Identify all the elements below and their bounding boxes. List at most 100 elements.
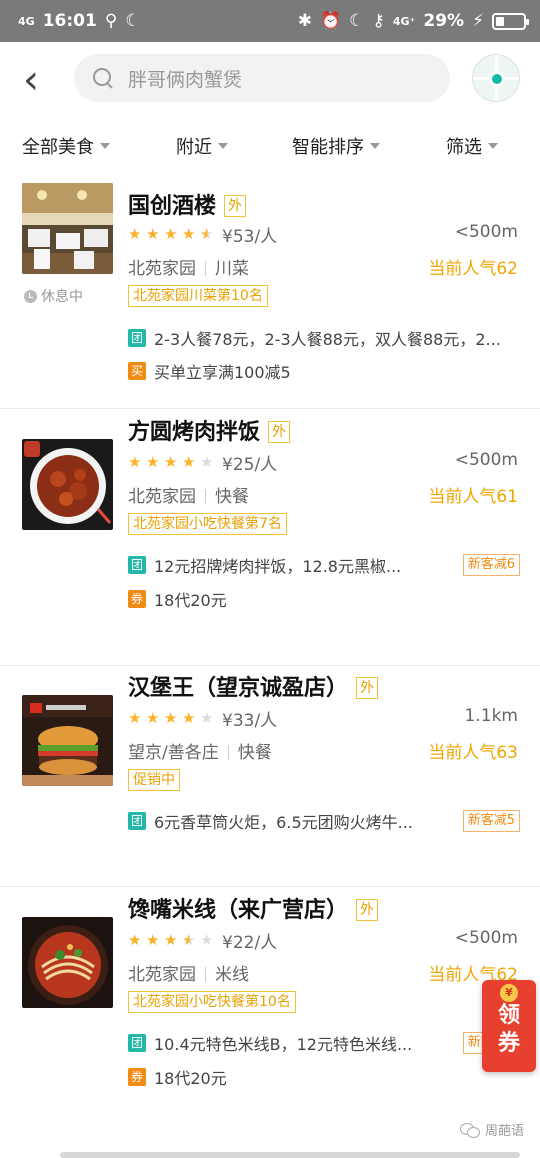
battery-level [496,16,504,26]
status-time: 16:01 [42,11,97,31]
filter-label: 附近 [176,137,212,158]
avg-price: ¥33/人 [222,711,278,731]
charging-icon: ⚡ [472,11,484,31]
delivery-tag: 外 [224,195,247,217]
bluetooth-icon: ✱ [297,11,312,31]
star-icon: ★ [200,931,214,949]
battery-percent: 29% [423,11,465,31]
filter-label: 全部美食 [22,137,94,158]
area: 望京/善各庄 [128,743,219,763]
deal-row[interactable]: 团 12元招牌烤肉拌饭，12.8元黑椒... 新客减6 [128,553,520,577]
restaurant-name: 方圆烤肉拌饭外 [128,414,291,446]
popularity: 当前人气61 [428,487,518,507]
popularity: 当前人气63 [428,743,518,763]
avg-price: ¥25/人 [222,455,278,475]
deal-text: 18代20元 [154,591,227,610]
location-cuisine: 北苑家园 川菜 [128,254,249,279]
filter-sort[interactable]: 智能排序 [292,126,380,166]
usb-icon: ⚲ [104,11,118,31]
deal-text: 18代20元 [154,1069,227,1088]
deal-row[interactable]: 券 18代20元 [128,1065,520,1089]
moon-icon: ☾ [125,11,141,31]
new-customer-badge: 新客减6 [462,554,520,576]
promo-tag: 促销中 [128,769,180,791]
key-icon: ⚷ [372,11,385,31]
restaurant-card[interactable]: 方圆烤肉拌饭外 ★ ★ ★ ★ ★ ¥25/人 <500m 北苑家园 快餐 当前人气61 … [0,410,540,666]
cuisine: 川菜 [215,259,249,279]
star-icon: ★ [128,225,142,243]
restaurant-card[interactable]: 汉堡王（望京诚盈店）外 ★ ★ ★ ★ ★ ¥33/人 1.1km 望京/善各庄 快餐 当… [0,666,540,886]
filter-all-food[interactable]: 全部美食 [22,126,110,166]
caret-down-icon [218,143,228,149]
caret-down-icon [370,143,380,149]
caret-down-icon [100,143,110,149]
restaurant-card[interactable]: 国创酒楼外 ★ ★ ★ ★ ★ ¥53/人 <500m 北苑家园 川菜 当前人气62 北苑… [0,172,540,410]
divider [0,408,540,409]
get-coupon-button[interactable]: ¥ 领 券 [482,980,536,1072]
deal-row[interactable]: 买 买单立享满100减5 [128,359,520,383]
coin-icon: ¥ [500,984,518,1002]
distance: <500m [454,222,518,242]
restaurant-name-text: 国创酒楼 [128,194,217,219]
voucher-icon: 券 [128,590,146,608]
location-cuisine: 北苑家园 快餐 [128,482,249,507]
star-icon: ★ [146,225,160,243]
star-icon: ★ [146,709,160,727]
cuisine: 米线 [215,965,249,985]
location-cuisine: 北苑家园 米线 [128,960,249,985]
restaurant-photo [22,695,113,786]
deal-row[interactable]: 团 2-3人餐78元，2-3人餐88元，双人餐88元，2... [128,326,520,350]
restaurant-name-text: 方圆烤肉拌饭 [128,420,261,445]
filter-nearby[interactable]: 附近 [176,126,228,166]
restaurant-photo [22,183,113,274]
filter-label: 筛选 [446,137,482,158]
group-buy-icon: 团 [128,556,146,574]
filter-screen[interactable]: 筛选 [446,126,498,166]
caret-down-icon [488,143,498,149]
deal-row[interactable]: 团 10.4元特色米线B，12元特色米线... 新客减6 [128,1031,520,1055]
star-icon: ★ [164,709,178,727]
signal-indicator: 4G [18,14,35,28]
search-icon [92,67,114,89]
star-icon: ★ [200,453,214,471]
group-buy-icon: 团 [128,1034,146,1052]
deal-text: 6元香草筒火炬，6.5元团购火烤牛... [154,813,413,832]
filter-bar: 全部美食 附近 智能排序 筛选 [0,126,540,166]
distance: <500m [454,450,518,470]
restaurant-photo [22,917,113,1008]
star-icon: ★ [128,453,142,471]
clock-icon [24,289,37,303]
rank-tag: 北苑家园川菜第10名 [128,285,268,307]
deal-text: 12元招牌烤肉拌饭，12.8元黑椒... [154,557,402,576]
restaurant-name: 国创酒楼外 [128,188,247,220]
deal-row[interactable]: 团 6元香草筒火炬，6.5元团购火烤牛... 新客减5 [128,809,520,833]
coupon-label-1: 领 [497,1003,520,1028]
map-location-icon[interactable] [472,54,520,102]
avg-price: ¥22/人 [222,933,278,953]
popularity: 当前人气62 [428,259,518,279]
restaurant-name: 汉堡王（望京诚盈店） 外 [128,670,379,702]
group-buy-icon: 团 [128,329,146,347]
chevron-left-icon[interactable]: ‹ [14,57,48,103]
location-cuisine: 望京/善各庄 快餐 [128,738,272,763]
restaurant-name-text: 汉堡王（望京诚盈店） [128,676,349,701]
filter-label: 智能排序 [292,137,364,158]
star-icon: ★ [164,931,178,949]
restaurant-card[interactable]: 馋嘴米线（来广营店）外 ★ ★ ★ ★ ★ ¥22/人 <500m 北苑家园 米线 当前人… [0,888,540,1128]
star-icon: ★ [164,453,178,471]
deal-text: 买单立享满100减5 [154,363,291,382]
search-input[interactable]: 胖哥俩肉蟹煲 [74,54,450,102]
deal-row[interactable]: 券 18代20元 [128,587,520,611]
distance: 1.1km [464,706,518,726]
watermark-text: 周葩语 [484,1124,524,1139]
rating-stars: ★ ★ ★ ★ ★ [128,227,215,243]
deal-text: 2-3人餐78元，2-3人餐88元，双人餐88元，2... [154,330,501,349]
star-icon: ★ [128,931,142,949]
deal-text: 10.4元特色米线B，12元特色米线... [154,1035,413,1054]
coupon-label-2: 券 [497,1031,520,1056]
star-icon: ★ [182,931,196,949]
avg-price: ¥53/人 [222,227,278,247]
delivery-tag: 外 [268,421,291,443]
network-indicator: 4G⁺ [392,14,416,28]
cuisine: 快餐 [215,487,249,507]
